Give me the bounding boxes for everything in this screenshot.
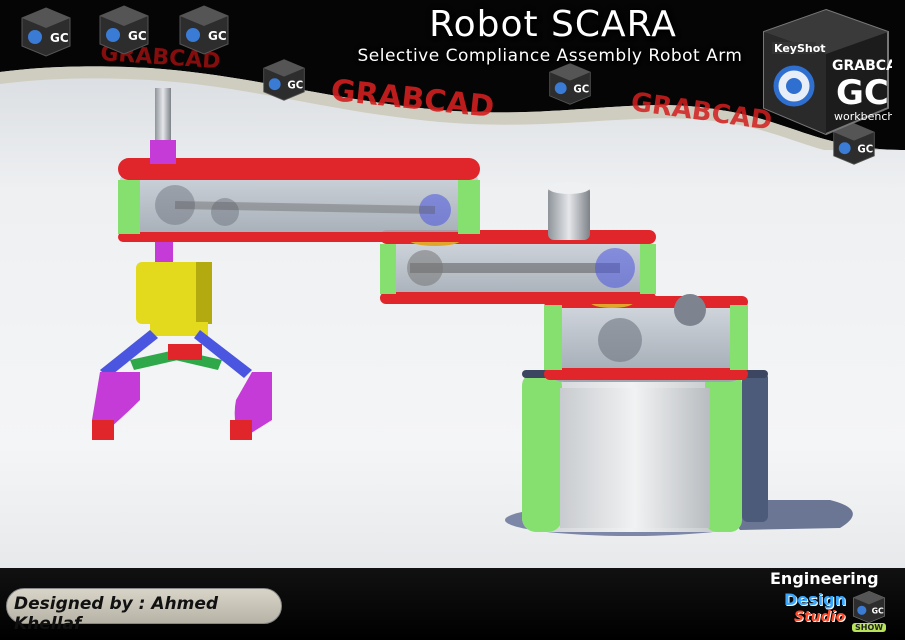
poster: GRABCAD GRABCAD GRABCAD GC GC GC GC GC G… xyxy=(0,0,905,640)
studio-show-badge: SHOW xyxy=(852,623,887,632)
studio-logo-line3: Studio xyxy=(794,609,846,625)
robot-base xyxy=(505,370,853,536)
arm-joint-housing xyxy=(544,294,748,382)
studio-logo-line2: Design xyxy=(784,590,846,609)
gc-cube-icon: GC xyxy=(852,590,886,624)
studio-logo-line1: Engineering xyxy=(770,569,879,588)
scara-robot-illustration xyxy=(92,88,853,536)
designer-credit: Designed by : Ahmed Khellaf xyxy=(14,594,219,634)
arm-link-1 xyxy=(118,158,480,242)
svg-text:GC: GC xyxy=(872,607,884,616)
gripper xyxy=(92,262,272,440)
